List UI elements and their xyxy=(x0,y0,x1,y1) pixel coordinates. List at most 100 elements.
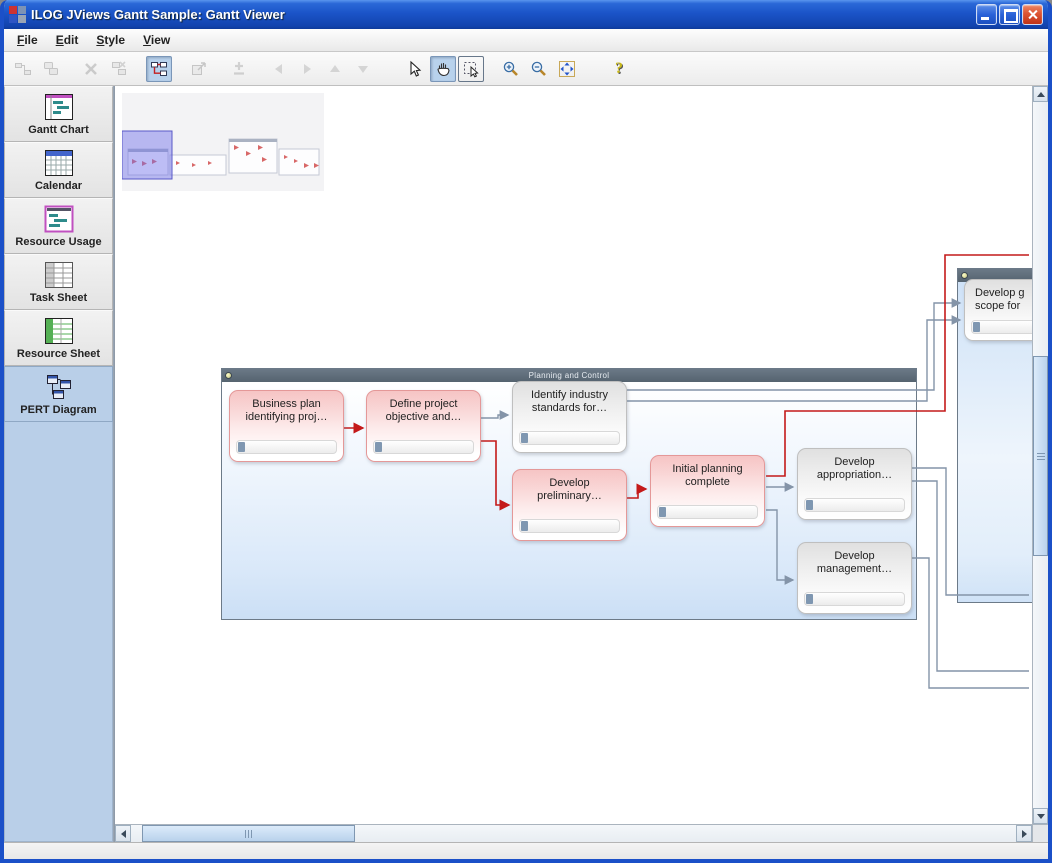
zoom-in-button[interactable] xyxy=(498,56,524,82)
sidebar-item-label: Resource Usage xyxy=(15,236,101,248)
task-label-line1: Develop xyxy=(513,477,626,490)
delete-link-icon xyxy=(110,60,128,78)
zoom-select-icon xyxy=(462,60,480,78)
task-progress-bar xyxy=(804,498,905,512)
window-title: ILOG JViews Gantt Sample: Gantt Viewer xyxy=(31,7,976,22)
task-label-line1: Develop xyxy=(798,550,911,563)
vertical-scroll-track[interactable] xyxy=(1033,102,1048,808)
sidebar-item-pert-diagram[interactable]: PERT Diagram xyxy=(4,366,113,422)
task-node-business-plan[interactable]: Business planidentifying proj… xyxy=(229,390,344,462)
group-title: Planning and Control xyxy=(222,371,916,380)
maximize-button[interactable] xyxy=(999,4,1020,25)
task-progress-bar xyxy=(657,505,758,519)
task-label-line1: Identify industry xyxy=(513,389,626,402)
create-link-button[interactable] xyxy=(10,56,36,82)
task-progress-bar xyxy=(373,440,474,454)
sidebar-item-label: Task Sheet xyxy=(30,292,87,304)
task-node-initial-planning[interactable]: Initial planningcomplete xyxy=(650,455,765,527)
task-progress-chip xyxy=(806,594,813,604)
move-up-button[interactable] xyxy=(322,56,348,82)
horizontal-scroll-track[interactable] xyxy=(131,825,1016,842)
create-link-icon xyxy=(14,60,32,78)
task-progress-bar xyxy=(519,431,620,445)
create-subgraph-icon xyxy=(42,60,60,78)
zoom-out-button[interactable] xyxy=(526,56,552,82)
close-button[interactable] xyxy=(1022,4,1043,25)
task-node-develop-scope[interactable]: Develop gscope for xyxy=(964,279,1032,341)
sidebar-item-resource-sheet[interactable]: Resource Sheet xyxy=(4,310,113,366)
delete-link-button[interactable] xyxy=(106,56,132,82)
diagram-overview-minimap[interactable] xyxy=(122,93,324,191)
task-progress-chip xyxy=(973,322,980,332)
task-node-develop-management[interactable]: Developmanagement… xyxy=(797,542,912,614)
overview-viewport-rect xyxy=(122,131,172,179)
move-right-button[interactable] xyxy=(294,56,320,82)
pan-hand-button[interactable] xyxy=(430,56,456,82)
move-left-button[interactable] xyxy=(266,56,292,82)
app-window: ILOG JViews Gantt Sample: Gantt Viewer F… xyxy=(0,0,1052,863)
properties-icon xyxy=(190,60,208,78)
menu-view[interactable]: View xyxy=(134,30,179,50)
sidebar-item-gantt-chart[interactable]: Gantt Chart xyxy=(4,86,113,142)
task-label-line1: Define project xyxy=(367,398,480,411)
task-label-line2: scope for xyxy=(975,300,1032,313)
task-node-define-project[interactable]: Define projectobjective and… xyxy=(366,390,481,462)
gantt-chart-icon xyxy=(44,92,74,122)
pert-diagram-canvas[interactable]: Planning and Control xyxy=(115,86,1032,824)
arrow-up-icon xyxy=(326,60,344,78)
pert-layout-button[interactable] xyxy=(146,56,172,82)
app-icon xyxy=(9,6,26,23)
task-sheet-icon xyxy=(44,260,74,290)
task-label-line2: standards for… xyxy=(513,402,626,415)
move-down-button[interactable] xyxy=(350,56,376,82)
sidebar-item-calendar[interactable]: Calendar xyxy=(4,142,113,198)
sidebar-item-resource-usage[interactable]: Resource Usage xyxy=(4,198,113,254)
task-progress-chip xyxy=(806,500,813,510)
task-label-line2: objective and… xyxy=(367,411,480,424)
help-icon: ? xyxy=(615,60,623,78)
select-pointer-button[interactable] xyxy=(402,56,428,82)
task-progress-bar xyxy=(804,592,905,606)
create-subgraph-button[interactable] xyxy=(38,56,64,82)
properties-button[interactable] xyxy=(186,56,212,82)
task-node-develop-appropriation[interactable]: Developappropriation… xyxy=(797,448,912,520)
menu-edit[interactable]: Edit xyxy=(47,30,88,50)
minimize-button[interactable] xyxy=(976,4,997,25)
scroll-down-button[interactable] xyxy=(1033,808,1048,824)
calendar-icon xyxy=(44,148,74,178)
select-pointer-icon xyxy=(406,60,424,78)
pan-hand-icon xyxy=(434,60,452,78)
horizontal-scrollbar[interactable] xyxy=(115,824,1032,842)
task-node-develop-preliminary[interactable]: Developpreliminary… xyxy=(512,469,627,541)
pert-layout-icon xyxy=(150,60,168,78)
menu-style[interactable]: Style xyxy=(87,30,134,50)
scroll-right-button[interactable] xyxy=(1016,825,1032,842)
scrollbar-corner xyxy=(1033,824,1048,842)
fit-to-view-button[interactable] xyxy=(554,56,580,82)
menu-file[interactable]: File xyxy=(8,30,47,50)
resource-usage-icon xyxy=(44,204,74,234)
zoom-select-button[interactable] xyxy=(458,56,484,82)
title-bar[interactable]: ILOG JViews Gantt Sample: Gantt Viewer xyxy=(4,0,1048,29)
scroll-up-button[interactable] xyxy=(1033,86,1048,102)
sidebar-item-task-sheet[interactable]: Task Sheet xyxy=(4,254,113,310)
vertical-scroll-thumb[interactable] xyxy=(1033,356,1048,556)
help-button[interactable]: ? xyxy=(606,56,632,82)
group-collapse-icon[interactable] xyxy=(961,272,968,279)
zoom-in-icon xyxy=(502,60,520,78)
task-label-line2: management… xyxy=(798,563,911,576)
task-progress-bar xyxy=(519,519,620,533)
task-progress-bar xyxy=(971,320,1032,334)
add-task-button[interactable] xyxy=(226,56,252,82)
task-progress-chip xyxy=(238,442,245,452)
task-label-line1: Business plan xyxy=(230,398,343,411)
scroll-left-button[interactable] xyxy=(115,825,131,842)
horizontal-scroll-thumb[interactable] xyxy=(142,825,355,842)
vertical-scrollbar[interactable] xyxy=(1033,86,1048,824)
task-label-line1: Develop xyxy=(798,456,911,469)
task-progress-chip xyxy=(375,442,382,452)
delete-button[interactable] xyxy=(78,56,104,82)
task-node-identify-industry[interactable]: Identify industrystandards for… xyxy=(512,381,627,453)
task-progress-chip xyxy=(521,433,528,443)
task-label-line2: identifying proj… xyxy=(230,411,343,424)
